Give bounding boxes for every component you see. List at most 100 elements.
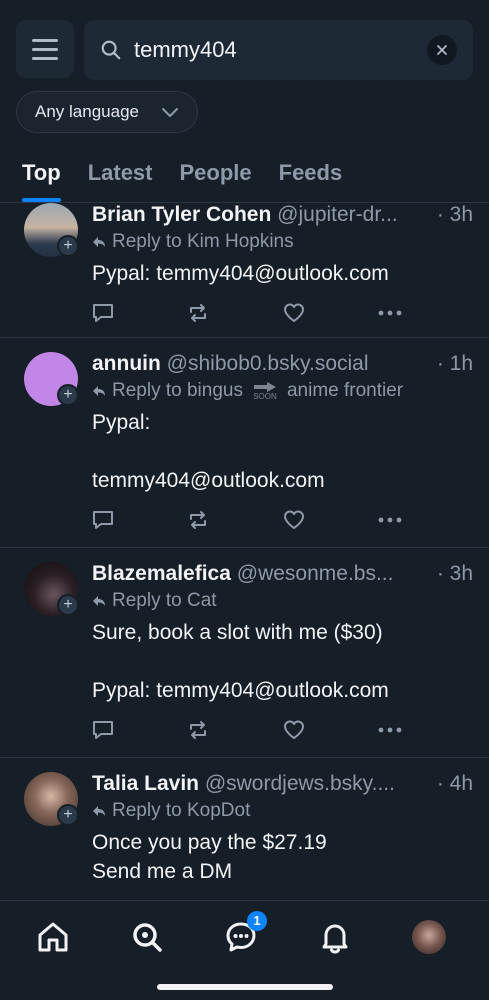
repost-button[interactable]	[187, 303, 282, 323]
post-header: Talia Lavin @swordjews.bsky.... · 4h	[92, 772, 473, 796]
more-options-button[interactable]	[378, 310, 473, 316]
clear-search-button[interactable]	[427, 35, 457, 65]
nav-chat[interactable]: 1	[221, 911, 267, 957]
reply-to-text: Reply to Kim Hopkins	[112, 231, 294, 252]
more-dots-icon	[378, 727, 402, 733]
tab-feeds[interactable]: Feeds	[279, 150, 343, 202]
search-input[interactable]	[134, 37, 394, 63]
reply-button[interactable]	[92, 510, 187, 530]
close-icon	[437, 45, 447, 55]
post[interactable]: + annuin @shibob0.bsky.social · 1h Reply…	[0, 338, 489, 548]
language-select-label: Any language	[35, 102, 139, 121]
reply-arrow-icon	[93, 596, 105, 606]
top-bar	[16, 20, 473, 80]
post-time: · 4h	[430, 772, 473, 796]
language-select[interactable]: Any language	[16, 91, 198, 133]
reply-to-suffix: anime frontier	[286, 380, 404, 401]
menu-icon-line	[32, 56, 58, 60]
follow-plus-icon[interactable]: +	[57, 804, 79, 826]
profile-avatar	[412, 920, 446, 954]
post-time: · 3h	[430, 562, 473, 586]
like-button[interactable]	[283, 720, 378, 740]
home-indicator	[157, 984, 333, 990]
reply-context[interactable]: Reply to Cat	[92, 590, 473, 612]
reply-arrow-icon	[93, 386, 105, 396]
reply-button[interactable]	[92, 303, 187, 323]
author-name[interactable]: Brian Tyler Cohen	[92, 203, 271, 226]
author-name[interactable]: Blazemalefica	[92, 562, 231, 585]
post-body: Pypal: temmy404@outlook.com	[92, 411, 325, 492]
comment-icon	[93, 304, 113, 322]
post[interactable]: + Brian Tyler Cohen @jupiter-dr... · 3h …	[0, 203, 489, 338]
follow-plus-icon[interactable]: +	[57, 594, 79, 616]
post-body: Pypal: temmy404@outlook.com	[92, 262, 389, 285]
comment-icon	[93, 721, 113, 739]
bottom-nav: 1	[0, 900, 489, 1000]
more-dots-icon	[378, 310, 402, 316]
nav-profile[interactable]	[409, 917, 449, 957]
more-dots-icon	[378, 517, 402, 523]
author-name[interactable]: Talia Lavin	[92, 772, 199, 795]
post-header: annuin @shibob0.bsky.social · 1h	[92, 352, 473, 376]
post-body: Once you pay the $27.19 Send me a DM	[92, 831, 327, 883]
reply-context[interactable]: Reply to bingus SOON anime frontier	[92, 380, 473, 402]
heart-icon	[283, 720, 304, 739]
post[interactable]: + Blazemalefica @wesonme.bs... · 3h Repl…	[0, 548, 489, 758]
like-button[interactable]	[283, 303, 378, 323]
reply-arrow-icon	[93, 806, 105, 816]
search-icon	[133, 923, 162, 952]
author-handle[interactable]: @swordjews.bsky....	[205, 772, 395, 795]
post-actions	[92, 505, 473, 535]
menu-button[interactable]	[16, 20, 74, 78]
chat-unread-badge: 1	[247, 911, 267, 931]
follow-plus-icon[interactable]: +	[57, 384, 79, 406]
bell-icon	[322, 924, 348, 954]
post-actions	[92, 715, 473, 745]
search-icon	[101, 40, 121, 60]
repost-icon	[190, 304, 207, 322]
soon-label: SOON	[253, 392, 277, 401]
post-header: Blazemalefica @wesonme.bs... · 3h	[92, 562, 473, 586]
menu-icon-line	[32, 47, 58, 51]
reply-to-text: Reply to bingus	[112, 380, 243, 401]
more-options-button[interactable]	[378, 517, 473, 523]
reply-to-text: Reply to KopDot	[112, 800, 251, 821]
soon-arrow-emoji: SOON	[253, 381, 277, 401]
search-results-feed: + Brian Tyler Cohen @jupiter-dr... · 3h …	[0, 203, 489, 900]
repost-button[interactable]	[187, 510, 282, 530]
nav-notifications[interactable]	[315, 917, 355, 957]
author-name[interactable]: annuin	[92, 352, 161, 375]
reply-arrow-icon	[93, 237, 105, 247]
search-box[interactable]	[84, 20, 473, 80]
chevron-down-icon	[162, 108, 178, 117]
reply-context[interactable]: Reply to Kim Hopkins	[92, 231, 473, 253]
post-actions	[92, 298, 473, 328]
repost-icon	[190, 511, 207, 529]
heart-icon	[283, 510, 304, 529]
repost-button[interactable]	[187, 720, 282, 740]
post[interactable]: + Talia Lavin @swordjews.bsky.... · 4h R…	[0, 758, 489, 900]
post-header: Brian Tyler Cohen @jupiter-dr... · 3h	[92, 203, 473, 227]
author-handle[interactable]: @shibob0.bsky.social	[167, 352, 369, 375]
home-icon	[38, 922, 68, 952]
reply-button[interactable]	[92, 720, 187, 740]
tab-latest[interactable]: Latest	[88, 150, 153, 202]
like-button[interactable]	[283, 510, 378, 530]
author-handle[interactable]: @jupiter-dr...	[277, 203, 398, 226]
post-time: · 3h	[430, 203, 473, 227]
post-time: · 1h	[430, 352, 473, 376]
post-body: Sure, book a slot with me ($30) Pypal: t…	[92, 621, 389, 702]
reply-context[interactable]: Reply to KopDot	[92, 800, 473, 822]
author-handle[interactable]: @wesonme.bs...	[237, 562, 394, 585]
repost-icon	[190, 721, 207, 739]
nav-home[interactable]	[33, 917, 73, 957]
tab-people[interactable]: People	[179, 150, 251, 202]
follow-plus-icon[interactable]: +	[57, 235, 79, 257]
more-options-button[interactable]	[378, 727, 473, 733]
search-tabs: Top Latest People Feeds	[0, 150, 489, 203]
heart-icon	[283, 303, 304, 322]
tab-top[interactable]: Top	[22, 150, 61, 202]
nav-search[interactable]	[127, 917, 167, 957]
comment-icon	[93, 511, 113, 529]
menu-icon-line	[32, 38, 58, 42]
